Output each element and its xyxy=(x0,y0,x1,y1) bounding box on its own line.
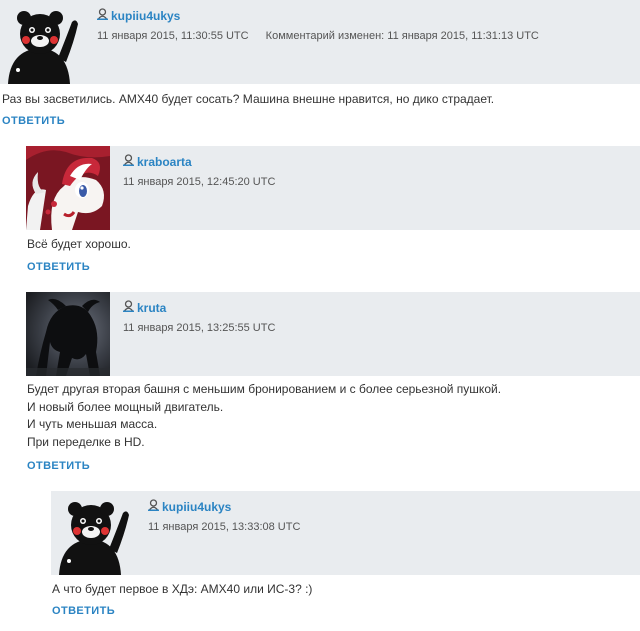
comment-text: Всё будет хорошо. xyxy=(27,236,131,254)
comment-line: При переделке в HD. xyxy=(27,434,145,449)
avatar[interactable] xyxy=(26,292,110,376)
comment-header xyxy=(0,0,640,84)
author-link[interactable]: kupiiu4ukys xyxy=(97,8,180,23)
comment-header xyxy=(26,146,640,230)
avatar[interactable] xyxy=(26,146,110,230)
kumamon-avatar-icon xyxy=(51,491,135,575)
comment-date: 11 января 2015, 11:30:55 UTC xyxy=(97,30,249,42)
comment-meta: 11 января 2015, 11:30:55 UTC Комментарий… xyxy=(97,30,539,42)
user-icon xyxy=(97,8,108,23)
author-link[interactable]: kraboarta xyxy=(123,154,192,169)
reply-button[interactable]: ОТВЕТИТЬ xyxy=(52,605,115,617)
comment-meta: 11 января 2015, 13:33:08 UTC xyxy=(148,521,300,533)
comment-text: А что будет первое в ХДэ: AMX40 или ИС-3… xyxy=(52,581,312,599)
author-link[interactable]: kupiiu4ukys xyxy=(148,499,231,514)
author-name: kraboarta xyxy=(137,154,192,169)
comment-text: Раз вы засветились. AMX40 будет сосать? … xyxy=(2,91,494,109)
reply-button[interactable]: ОТВЕТИТЬ xyxy=(2,115,65,127)
comment-meta: 11 января 2015, 12:45:20 UTC xyxy=(123,176,275,188)
comment-meta: 11 января 2015, 13:25:55 UTC xyxy=(123,322,275,334)
author-link[interactable]: kruta xyxy=(123,300,166,315)
comment-text: Будет другая вторая башня с меньшим брон… xyxy=(27,381,501,451)
kumamon-avatar-icon xyxy=(0,0,84,84)
comment-date: 11 января 2015, 13:33:08 UTC xyxy=(148,521,301,533)
user-icon xyxy=(123,300,134,315)
user-icon xyxy=(148,499,159,514)
author-name: kupiiu4ukys xyxy=(162,499,232,514)
comment-header xyxy=(26,292,640,376)
user-icon xyxy=(123,154,134,169)
comment-line: Раз вы засветились. AMX40 будет сосать? … xyxy=(2,92,495,106)
comment-date: 11 января 2015, 13:25:55 UTC xyxy=(123,322,276,334)
avatar[interactable] xyxy=(0,0,84,84)
comment-line: А что будет первое в ХДэ: AMX40 или ИС-3… xyxy=(52,582,313,596)
author-name: kruta xyxy=(137,300,167,315)
author-name: kupiiu4ukys xyxy=(111,8,181,23)
reply-button[interactable]: ОТВЕТИТЬ xyxy=(27,261,90,273)
comment-line: И новый более мощный двигатель. xyxy=(27,399,224,414)
dark-creature-avatar-icon xyxy=(26,292,110,376)
comment-line: И чуть меньшая масса. xyxy=(27,417,158,431)
comment-line: Всё будет хорошо. xyxy=(27,237,131,251)
edited-date: 11 января 2015, 11:31:13 UTC xyxy=(387,30,539,42)
avatar[interactable] xyxy=(51,491,135,575)
comment-header xyxy=(51,491,640,575)
comment-line: Будет другая вторая башня с меньшим брон… xyxy=(27,382,502,396)
reply-button[interactable]: ОТВЕТИТЬ xyxy=(27,460,90,472)
edited-label: Комментарий изменен: xyxy=(265,30,385,42)
pony-avatar-icon xyxy=(26,146,110,230)
comment-date: 11 января 2015, 12:45:20 UTC xyxy=(123,176,276,188)
